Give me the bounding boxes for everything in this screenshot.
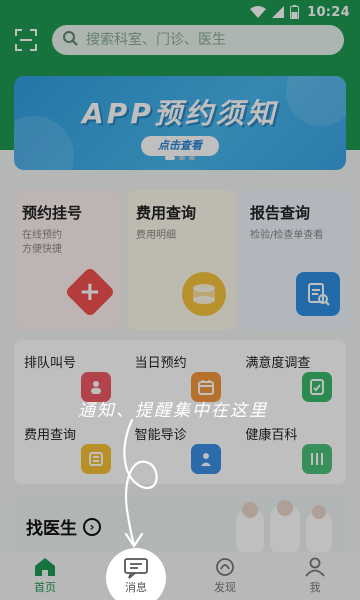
tab-messages-highlighted[interactable]: 消息 <box>106 552 166 600</box>
curly-arrow-icon <box>123 418 158 548</box>
tab-label: 消息 <box>125 581 147 594</box>
guide-overlay[interactable] <box>0 0 360 600</box>
message-icon <box>124 558 148 579</box>
